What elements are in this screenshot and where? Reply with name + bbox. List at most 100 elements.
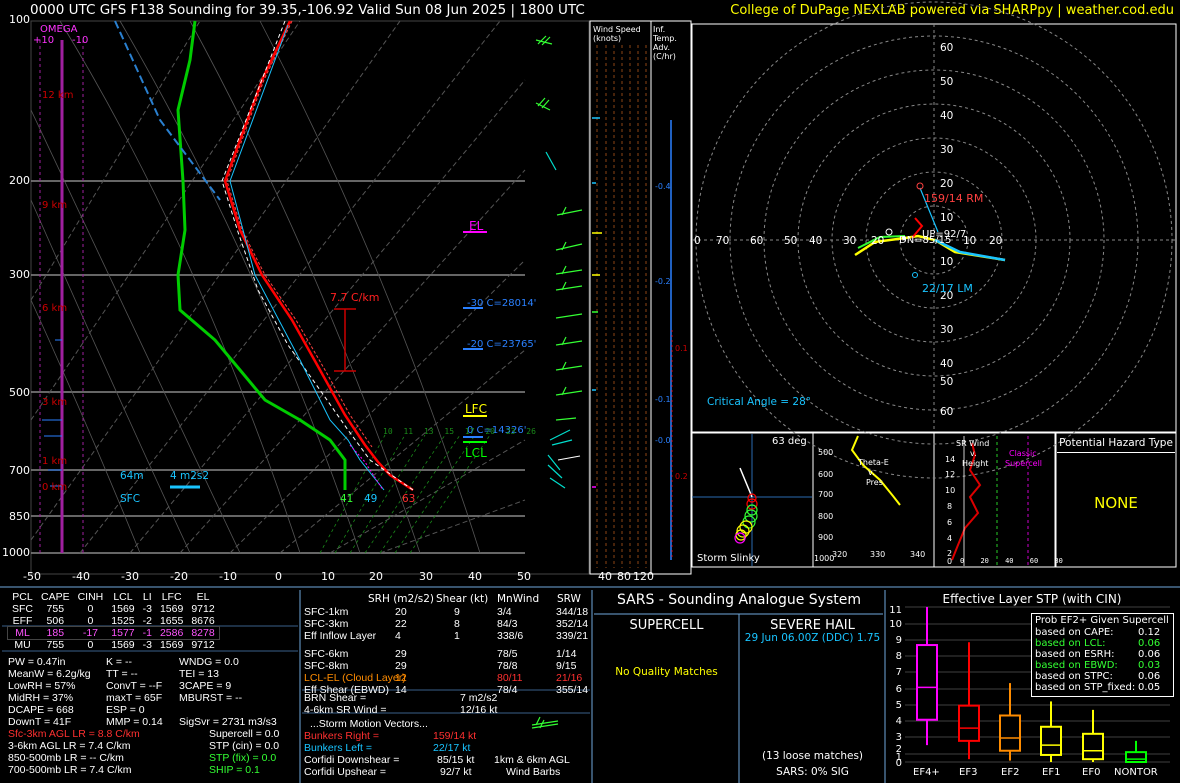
height-0km: 0 km <box>42 482 68 493</box>
kin-row-value: 29 <box>395 648 407 660</box>
kin-corfidi-down: Corfidi Downshear = <box>304 754 400 766</box>
kin-barbs-label: 1km & 6km AGL <box>494 754 570 766</box>
table-cell: 2586 <box>159 627 184 639</box>
hodo-ring-label: 30 <box>843 235 857 247</box>
stp-box <box>1125 751 1147 763</box>
prob-value: 0.06 <box>1138 649 1161 660</box>
comp-supercell: Supercell = 0.0 <box>209 728 280 740</box>
kin-header: SRH (m2/s2) <box>368 593 434 605</box>
parcel-header-row: PCL CAPE CINH LCL LI LFC EL <box>8 591 219 603</box>
theta-label: v. <box>868 468 875 477</box>
pcl-header: PCL <box>12 591 33 603</box>
idx-sigsvr: SigSvr = 2731 m3/s3 <box>179 716 277 728</box>
sars-supercell-text: No Quality Matches <box>615 666 718 678</box>
srwind-h-tick: 14 <box>945 455 956 464</box>
hodo-ring-label: 30 <box>940 144 954 156</box>
stp-y-tick: 11 <box>889 605 902 616</box>
t-label: 50 <box>517 570 531 583</box>
idx-k: K = -- <box>106 656 132 668</box>
table-cell: 8676 <box>191 615 215 627</box>
prob-label: based on STP_fixed: <box>1035 682 1136 693</box>
kin-row-value: 78/5 <box>497 648 518 660</box>
table-row-selected: ML 185 -17 1577 -1 2586 8278 <box>7 626 220 640</box>
t-label: 30 <box>419 570 433 583</box>
adv-value: 0.2 <box>675 472 688 481</box>
hodo-ring-label: 20 <box>940 178 954 190</box>
table-cell: EFF <box>12 615 33 627</box>
kin-row-label: SFC-3km <box>304 618 349 630</box>
t-label: 40 <box>468 570 482 583</box>
idx-midrh: MidRH = 37% <box>8 692 74 704</box>
theta-p-tick: 600 <box>818 470 834 479</box>
t-label: -50 <box>23 570 41 583</box>
stp-box <box>1040 725 1062 756</box>
theta-label: Theta-E <box>858 458 889 467</box>
omega-label: OMEGA <box>40 24 78 35</box>
kin-bunkers-left: Bunkers Left = <box>304 742 372 754</box>
prob-label: based on LCL: <box>1035 638 1106 649</box>
kin-row-value: 84/3 <box>497 618 518 630</box>
kin-row-label: LCL-EL (Cloud Layer) <box>304 672 406 684</box>
table-cell: 755 <box>46 603 65 615</box>
hodo-ring-label: 20 <box>871 235 885 247</box>
stp-y-tick: 6 <box>895 684 902 695</box>
kin-row-value: 3/4 <box>497 606 512 618</box>
kin-row-value: 4 <box>395 630 401 642</box>
height-9km: 9 km <box>42 200 68 211</box>
table-cell: 1569 <box>159 639 184 651</box>
sars-sig: SARS: 0% SIG <box>776 766 849 778</box>
stp-box <box>916 644 938 721</box>
table-cell: 506 <box>46 615 65 627</box>
sfc-temp: 63 <box>402 493 416 505</box>
ws-tick-80: 80 <box>617 570 631 583</box>
stp-category-label: EF1 <box>1042 767 1061 778</box>
kin-row-value: 338/6 <box>497 630 524 642</box>
kin-row-value: 12 <box>395 672 407 684</box>
table-cell: 0 <box>87 639 94 651</box>
slinky-label: Storm Slinky <box>697 553 760 564</box>
kin-row-value: 352/14 <box>556 618 589 630</box>
table-cell: 1569 <box>111 639 135 651</box>
t-label: 0 <box>275 570 282 583</box>
kin-row-value: 9 <box>454 606 460 618</box>
table-cell: 8278 <box>191 627 215 639</box>
isotherms <box>30 20 526 554</box>
rm-label: 159/14 RM <box>924 192 984 205</box>
theta-x-tick: 320 <box>832 550 848 559</box>
p-label-500: 500 <box>9 386 30 399</box>
idx-downt: DownT = 41F <box>8 716 72 728</box>
stp-y-tick: 9 <box>895 635 902 646</box>
height-3km: 3 km <box>42 397 68 408</box>
height-12km: 12 km <box>42 90 74 101</box>
kin-brn: BRN Shear = <box>304 692 367 704</box>
stp-category-label: NONTOR <box>1114 767 1158 778</box>
lm-label: 22/17 LM <box>922 282 973 295</box>
theta-x-tick: 330 <box>870 550 886 559</box>
table-cell: -3 <box>142 639 152 651</box>
kin-header: Shear (kt) <box>436 593 489 605</box>
eff-inflow-srh: 4 m2s2 <box>170 470 210 482</box>
wind-speed-grid <box>596 45 647 568</box>
table-cell: MU <box>14 639 31 651</box>
srwind-title: v. <box>970 449 977 458</box>
temperature-profile <box>223 20 414 492</box>
kin-sr46: 4-6km SR Wind = <box>304 704 387 716</box>
p-label-300: 300 <box>9 268 30 281</box>
table-row: MU 755 0 1569 -3 1569 9712 <box>8 639 219 651</box>
temp-adv-title: Inf. Temp. Adv. (C/hr) <box>653 25 677 61</box>
height-1km: 1 km <box>42 456 68 467</box>
p-label-700: 700 <box>9 464 30 477</box>
idx-wndg: WNDG = 0.0 <box>179 656 239 668</box>
kin-row-label: SFC-6km <box>304 648 349 660</box>
table-cell: -3 <box>142 603 152 615</box>
kin-row-value: 355/14 <box>556 684 589 696</box>
comp-ship: SHIP = 0.1 <box>209 764 260 776</box>
critical-angle: Critical Angle = 28° <box>707 396 812 408</box>
theta-p-tick: 900 <box>818 533 834 542</box>
hodo-ring-label: 50 <box>940 376 954 388</box>
sounding-graphics <box>0 1 1180 783</box>
idx-mmp: MMP = 0.14 <box>106 716 163 728</box>
stp-y-tick: 10 <box>889 619 902 630</box>
prob-label: based on EBWD: <box>1035 660 1118 671</box>
lr-sfc3: Sfc-3km AGL LR = 8.8 C/km <box>8 728 140 740</box>
